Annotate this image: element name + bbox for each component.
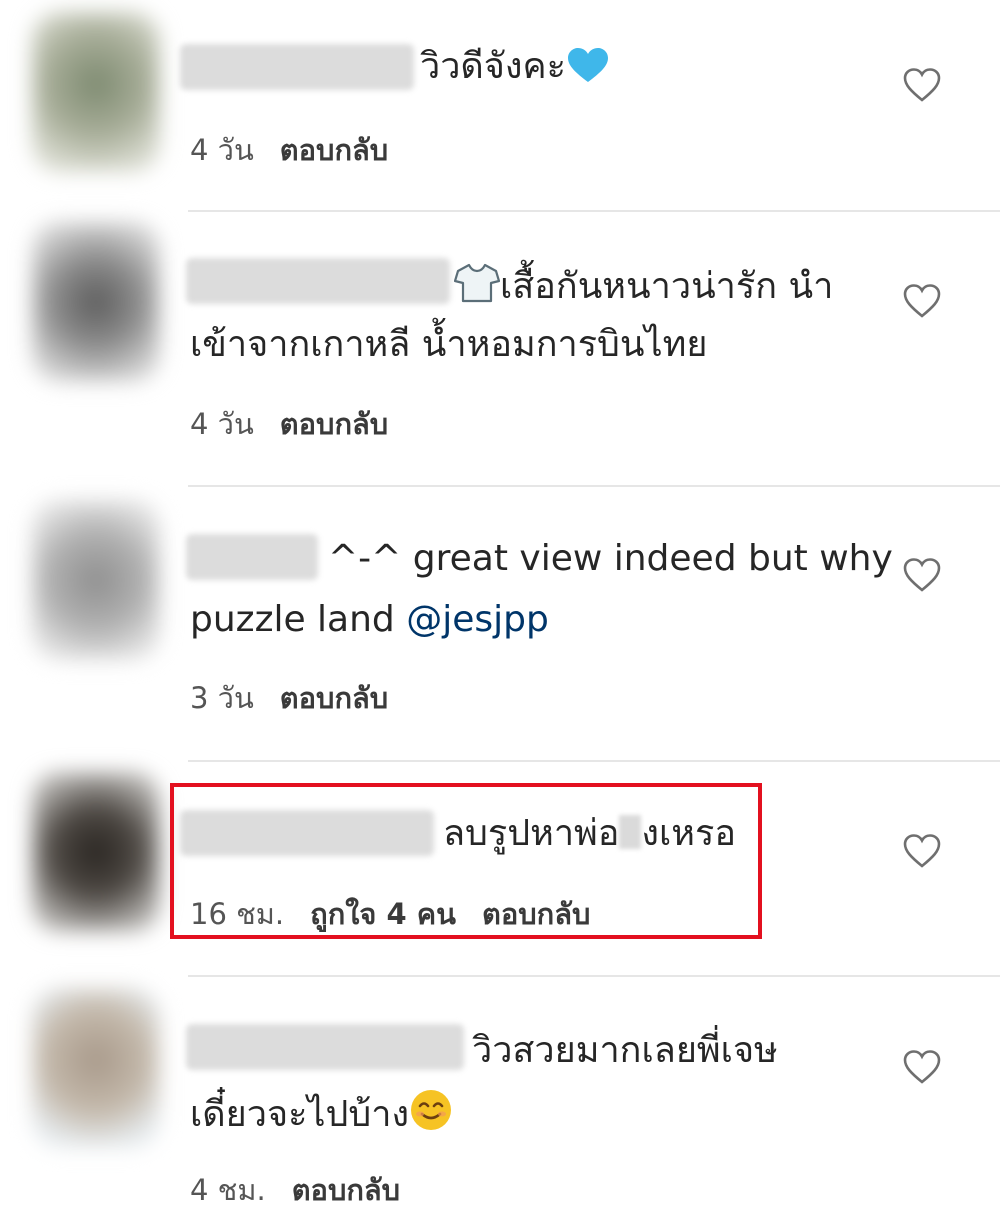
comment-time: 4 ชม. bbox=[190, 1173, 266, 1207]
comment-time: 3 วัน bbox=[190, 681, 254, 715]
comment-meta: 4 วัน ตอบกลับ bbox=[190, 130, 388, 170]
comment-text-line2: เดี๋ยวจะไปบ้าง bbox=[190, 1088, 453, 1144]
like-heart-icon[interactable] bbox=[902, 557, 942, 593]
username-blurred[interactable] bbox=[180, 44, 414, 90]
comment-text-content: เสื้อกันหนาวน่ารัก นำ bbox=[500, 266, 834, 307]
avatar[interactable] bbox=[32, 988, 160, 1148]
username-blurred[interactable] bbox=[186, 1024, 464, 1070]
comment-text-content: เดี๋ยวจะไปบ้าง bbox=[190, 1094, 410, 1135]
comment-text: วิวสวยมากเลยพี่เจษ bbox=[472, 1030, 778, 1071]
t-shirt-icon bbox=[453, 262, 501, 316]
divider bbox=[188, 210, 1000, 212]
comment-text-content: puzzle land bbox=[190, 599, 407, 640]
comment-text-content: วิวดีจังคะ bbox=[420, 46, 566, 87]
like-heart-icon[interactable] bbox=[902, 67, 942, 103]
divider bbox=[188, 760, 1000, 762]
comment-text: ^-^ great view indeed but why bbox=[328, 538, 893, 579]
like-heart-icon[interactable] bbox=[902, 1049, 942, 1085]
comment-meta: 4 ชม. ตอบกลับ bbox=[190, 1170, 400, 1210]
username-blurred[interactable] bbox=[186, 258, 450, 304]
comment-text: วิวดีจังคะ bbox=[420, 44, 610, 96]
comment-meta: 4 วัน ตอบกลับ bbox=[190, 404, 388, 444]
comment-text: เสื้อกันหนาวน่ารัก นำ bbox=[453, 262, 834, 316]
reply-button[interactable]: ตอบกลับ bbox=[280, 133, 388, 167]
avatar[interactable] bbox=[32, 772, 160, 932]
avatar[interactable] bbox=[32, 12, 160, 172]
mention-link[interactable]: @jesjpp bbox=[406, 599, 549, 640]
like-heart-icon[interactable] bbox=[902, 833, 942, 869]
comment-text-line2: เข้าจากเกาหลี น้ำหอมการบินไทย bbox=[190, 324, 708, 365]
reply-button[interactable]: ตอบกลับ bbox=[280, 681, 388, 715]
reply-button[interactable]: ตอบกลับ bbox=[292, 1173, 400, 1207]
comment-time: 4 วัน bbox=[190, 133, 254, 167]
comment-meta: 3 วัน ตอบกลับ bbox=[190, 678, 388, 718]
avatar[interactable] bbox=[32, 500, 160, 660]
username-blurred[interactable] bbox=[186, 534, 318, 580]
comment-text-line2: puzzle land @jesjpp bbox=[190, 597, 549, 643]
smiling-face-icon bbox=[409, 1088, 453, 1144]
comment-time: 4 วัน bbox=[190, 407, 254, 441]
blue-heart-icon bbox=[566, 48, 610, 96]
like-heart-icon[interactable] bbox=[902, 283, 942, 319]
divider bbox=[188, 975, 1000, 977]
divider bbox=[188, 485, 1000, 487]
avatar[interactable] bbox=[32, 222, 160, 382]
reply-button[interactable]: ตอบกลับ bbox=[280, 407, 388, 441]
highlight-box bbox=[170, 783, 762, 939]
